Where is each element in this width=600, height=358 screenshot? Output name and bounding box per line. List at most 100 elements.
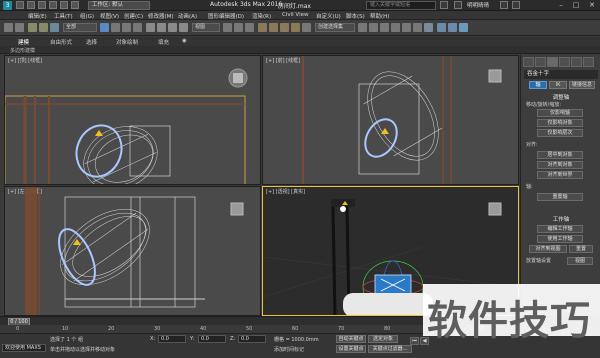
select-manipulate-icon[interactable] (234, 23, 243, 32)
adjust-pivot-title[interactable]: 调整轴 (524, 93, 598, 101)
add-time-tag[interactable]: 添加时间标记 (274, 346, 304, 353)
tab-freeform[interactable]: 自由形式 (50, 38, 72, 46)
curve-editor-icon[interactable] (402, 23, 411, 32)
render-production-icon[interactable] (459, 23, 468, 32)
menu-scripting[interactable]: 脚本(S) (346, 12, 365, 20)
window-crossing-icon[interactable] (133, 23, 142, 32)
link-info-button[interactable]: 链接信息 (569, 81, 595, 89)
exchange-icon[interactable] (500, 1, 508, 9)
viewport-top[interactable]: [+] [顶] [线框] (4, 55, 261, 185)
search-input[interactable]: 键入关键字或短语 (366, 1, 436, 10)
selected-object-select[interactable]: 选定对象 (368, 335, 398, 343)
menu-group[interactable]: 组(G) (80, 12, 94, 20)
menu-tools[interactable]: 工具(T) (54, 12, 73, 20)
save-file-icon[interactable] (38, 1, 46, 9)
motion-icon[interactable] (559, 57, 570, 67)
place-icon[interactable] (179, 23, 188, 32)
unlink-icon[interactable] (39, 23, 48, 32)
menu-modifiers[interactable]: 修改器(M) (148, 12, 174, 20)
menu-help[interactable]: 帮助(H) (370, 12, 389, 20)
search-icon[interactable] (440, 1, 448, 9)
reference-coordinate-select[interactable]: 视图 (192, 23, 220, 32)
selection-filter-select[interactable]: 全部 (63, 23, 97, 32)
workspace-select[interactable]: 工作区: 默认 (88, 1, 150, 10)
percent-snap-icon[interactable] (280, 23, 289, 32)
viewport-left[interactable]: [+] [左] [线框] (4, 186, 261, 316)
graphite-toggle-icon[interactable] (391, 23, 400, 32)
menu-create[interactable]: 创建(C) (124, 12, 143, 20)
undo-icon[interactable] (4, 23, 13, 32)
modify-icon[interactable] (535, 57, 546, 67)
move-icon[interactable] (146, 23, 155, 32)
redo-icon[interactable] (15, 23, 24, 32)
keyboard-shortcut-icon[interactable] (245, 23, 254, 32)
affect-object-only-button[interactable]: 仅影响对象 (537, 119, 583, 127)
redo-icon[interactable] (60, 1, 68, 9)
material-editor-icon[interactable] (424, 23, 433, 32)
reset-pivot-button[interactable]: 重置轴 (537, 193, 583, 201)
schematic-view-icon[interactable] (413, 23, 422, 32)
maxscript-listener[interactable]: 欢迎使用 MAXS (2, 344, 46, 352)
named-selection-set-select[interactable]: 创建选择集 (315, 23, 355, 32)
z-coordinate-field[interactable]: 0.0 (238, 335, 266, 343)
menu-edit[interactable]: 编辑(E) (28, 12, 47, 20)
maximize-button[interactable]: □ (569, 0, 583, 10)
key-filters-button[interactable]: 关键点过滤器... (368, 345, 412, 353)
affect-pivot-only-button[interactable]: 仅影响轴 (537, 109, 583, 117)
menu-customize[interactable]: 自定义(U) (316, 12, 341, 20)
align-to-view-button[interactable]: 对齐到视图 (529, 245, 567, 253)
pivot-tab-button[interactable]: 轴 (529, 81, 547, 89)
menu-view[interactable]: 视图(V) (100, 12, 119, 20)
ik-tab-button[interactable]: IK (549, 81, 567, 89)
object-name-field[interactable]: 吞金十字 (524, 70, 598, 79)
tab-populate[interactable]: 填充 (158, 38, 169, 46)
new-file-icon[interactable] (16, 1, 24, 9)
view-button[interactable]: 视图 (567, 257, 593, 265)
pivot-center-icon[interactable] (223, 23, 232, 32)
align-icon[interactable] (369, 23, 378, 32)
affect-hierarchy-only-button[interactable]: 仅影响层次 (537, 129, 583, 137)
rectangular-selection-icon[interactable] (122, 23, 131, 32)
goto-start-icon[interactable]: ⏮ (410, 337, 419, 345)
menu-graph-editors[interactable]: 图形编辑器(D) (208, 12, 244, 20)
edit-named-selection-icon[interactable] (302, 23, 311, 32)
auto-key-button[interactable]: 自动关键点 (336, 335, 366, 343)
angle-snap-icon[interactable] (269, 23, 278, 32)
hierarchy-icon[interactable] (547, 57, 558, 67)
snaps-toggle-icon[interactable] (258, 23, 267, 32)
close-button[interactable]: ✕ (585, 0, 599, 10)
align-to-object-button[interactable]: 对齐到对象 (537, 161, 583, 169)
set-key-button[interactable]: 设置关键点 (336, 345, 366, 353)
rendered-frame-window-icon[interactable] (448, 23, 457, 32)
reset-working-button[interactable]: 重置 (569, 245, 593, 253)
menu-animation[interactable]: 动画(A) (178, 12, 197, 20)
use-working-pivot-button[interactable]: 使用工作轴 (537, 235, 583, 243)
scale-icon[interactable] (168, 23, 177, 32)
working-pivot-title[interactable]: 工作轴 (524, 215, 598, 223)
project-folder-icon[interactable] (71, 1, 79, 9)
link-icon[interactable] (28, 23, 37, 32)
edit-working-pivot-button[interactable]: 编辑工作轴 (537, 225, 583, 233)
center-to-object-button[interactable]: 居中到对象 (537, 151, 583, 159)
bind-space-warp-icon[interactable] (50, 23, 59, 32)
viewport-front[interactable]: [+] [前] [线框] (262, 55, 519, 185)
select-object-icon[interactable] (100, 23, 109, 32)
spinner-snap-icon[interactable] (291, 23, 300, 32)
open-file-icon[interactable] (27, 1, 35, 9)
align-to-world-button[interactable]: 对齐到世界 (537, 171, 583, 179)
ribbon-options-icon[interactable]: ◉ (182, 38, 187, 44)
create-icon[interactable] (523, 57, 534, 67)
tab-modeling[interactable]: 建模 (18, 38, 29, 46)
menu-civil-view[interactable]: Civil View (282, 12, 308, 18)
undo-icon[interactable] (49, 1, 57, 9)
polygon-modeling-label[interactable]: 多边形建模 (10, 47, 35, 54)
minimize-button[interactable]: – (554, 0, 568, 10)
y-coordinate-field[interactable]: 0.0 (198, 335, 226, 343)
x-coordinate-field[interactable]: 0.0 (158, 335, 186, 343)
tab-selection[interactable]: 选择 (86, 38, 97, 46)
display-icon[interactable] (571, 57, 582, 67)
app-logo-icon[interactable]: 3 (3, 1, 12, 10)
utilities-icon[interactable] (583, 57, 594, 67)
menu-rendering[interactable]: 渲染(R) (252, 12, 271, 20)
render-setup-icon[interactable] (437, 23, 446, 32)
